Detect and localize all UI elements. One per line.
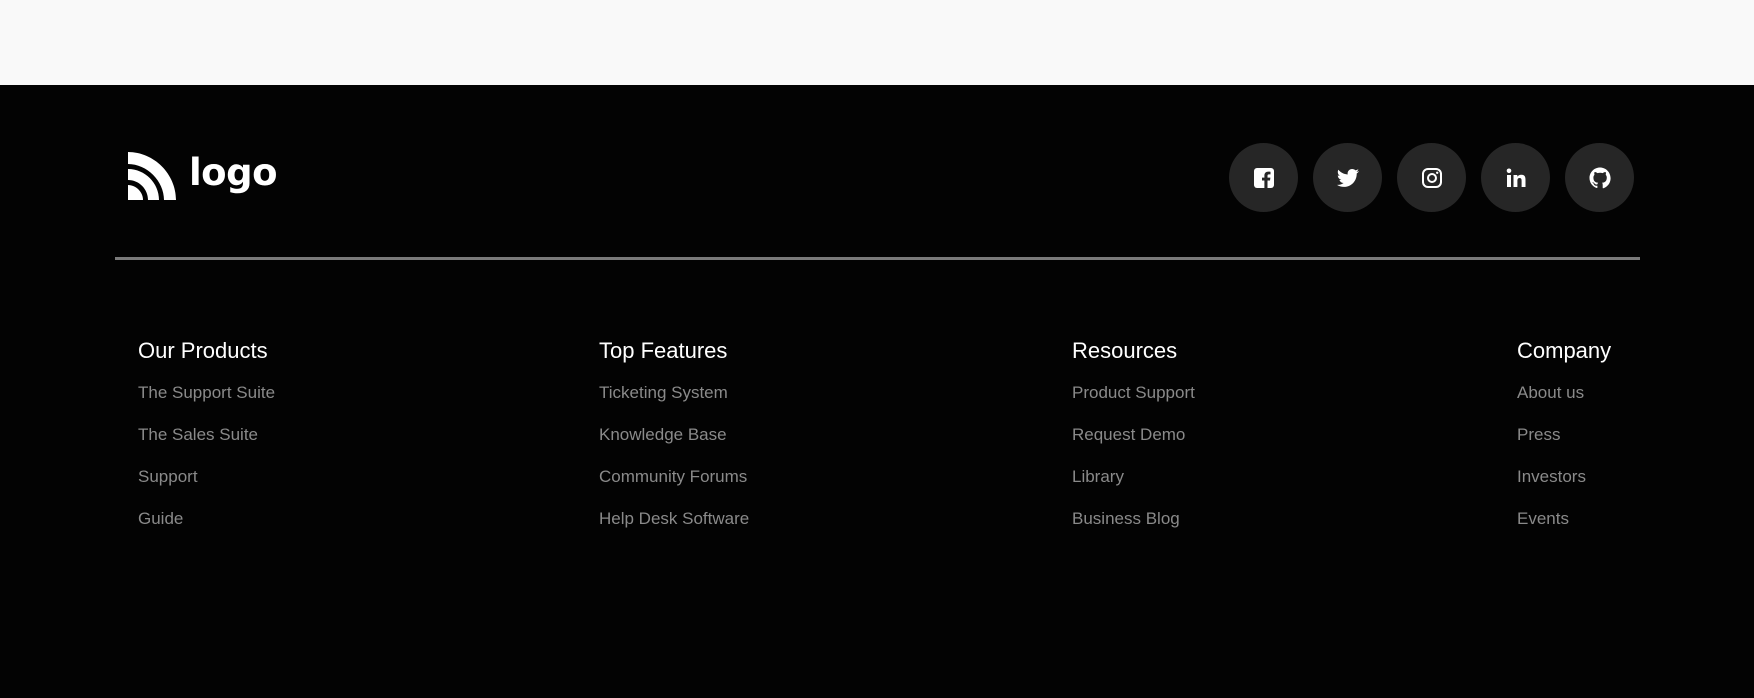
link-library[interactable]: Library <box>1072 468 1195 485</box>
column-title: Company <box>1517 338 1612 363</box>
facebook-icon <box>1253 167 1274 188</box>
column-title: Our Products <box>138 338 268 363</box>
link-community-forums[interactable]: Community Forums <box>599 468 749 485</box>
column-top-features: Top Features Ticketing System Knowledge … <box>599 340 749 552</box>
link-ticketing-system[interactable]: Ticketing System <box>599 384 749 401</box>
link-help-desk-software[interactable]: Help Desk Software <box>599 510 749 527</box>
footer-divider <box>115 257 1640 260</box>
link-the-sales-suite[interactable]: The Sales Suite <box>138 426 275 443</box>
social-links <box>1229 143 1634 212</box>
link-investors[interactable]: Investors <box>1517 468 1611 485</box>
footer-logo[interactable]: logo <box>126 150 278 202</box>
logo-text: logo <box>189 150 278 194</box>
link-product-support[interactable]: Product Support <box>1072 384 1195 401</box>
twitter-button[interactable] <box>1313 143 1382 212</box>
link-guide[interactable]: Guide <box>138 510 275 527</box>
facebook-button[interactable] <box>1229 143 1298 212</box>
link-business-blog[interactable]: Business Blog <box>1072 510 1195 527</box>
column-title: Top Features <box>599 338 728 363</box>
column-company: Company About us Press Investors Events <box>1517 340 1611 552</box>
column-resources: Resources Product Support Request Demo L… <box>1072 340 1195 552</box>
link-request-demo[interactable]: Request Demo <box>1072 426 1195 443</box>
page-top-area <box>0 0 1754 85</box>
column-our-products: Our Products The Support Suite The Sales… <box>138 340 275 552</box>
github-button[interactable] <box>1565 143 1634 212</box>
linkedin-icon <box>1506 168 1525 187</box>
linkedin-button[interactable] <box>1481 143 1550 212</box>
github-icon <box>1589 167 1611 188</box>
column-title: Resources <box>1072 338 1178 363</box>
link-press[interactable]: Press <box>1517 426 1611 443</box>
link-about-us[interactable]: About us <box>1517 384 1611 401</box>
instagram-button[interactable] <box>1397 143 1466 212</box>
twitter-icon <box>1336 168 1359 187</box>
link-events[interactable]: Events <box>1517 510 1611 527</box>
instagram-icon <box>1421 167 1442 188</box>
link-support[interactable]: Support <box>138 468 275 485</box>
link-knowledge-base[interactable]: Knowledge Base <box>599 426 749 443</box>
link-the-support-suite[interactable]: The Support Suite <box>138 384 275 401</box>
rss-logo-icon <box>128 152 176 200</box>
site-footer: logo Our Products The Support Suite The … <box>0 85 1754 698</box>
